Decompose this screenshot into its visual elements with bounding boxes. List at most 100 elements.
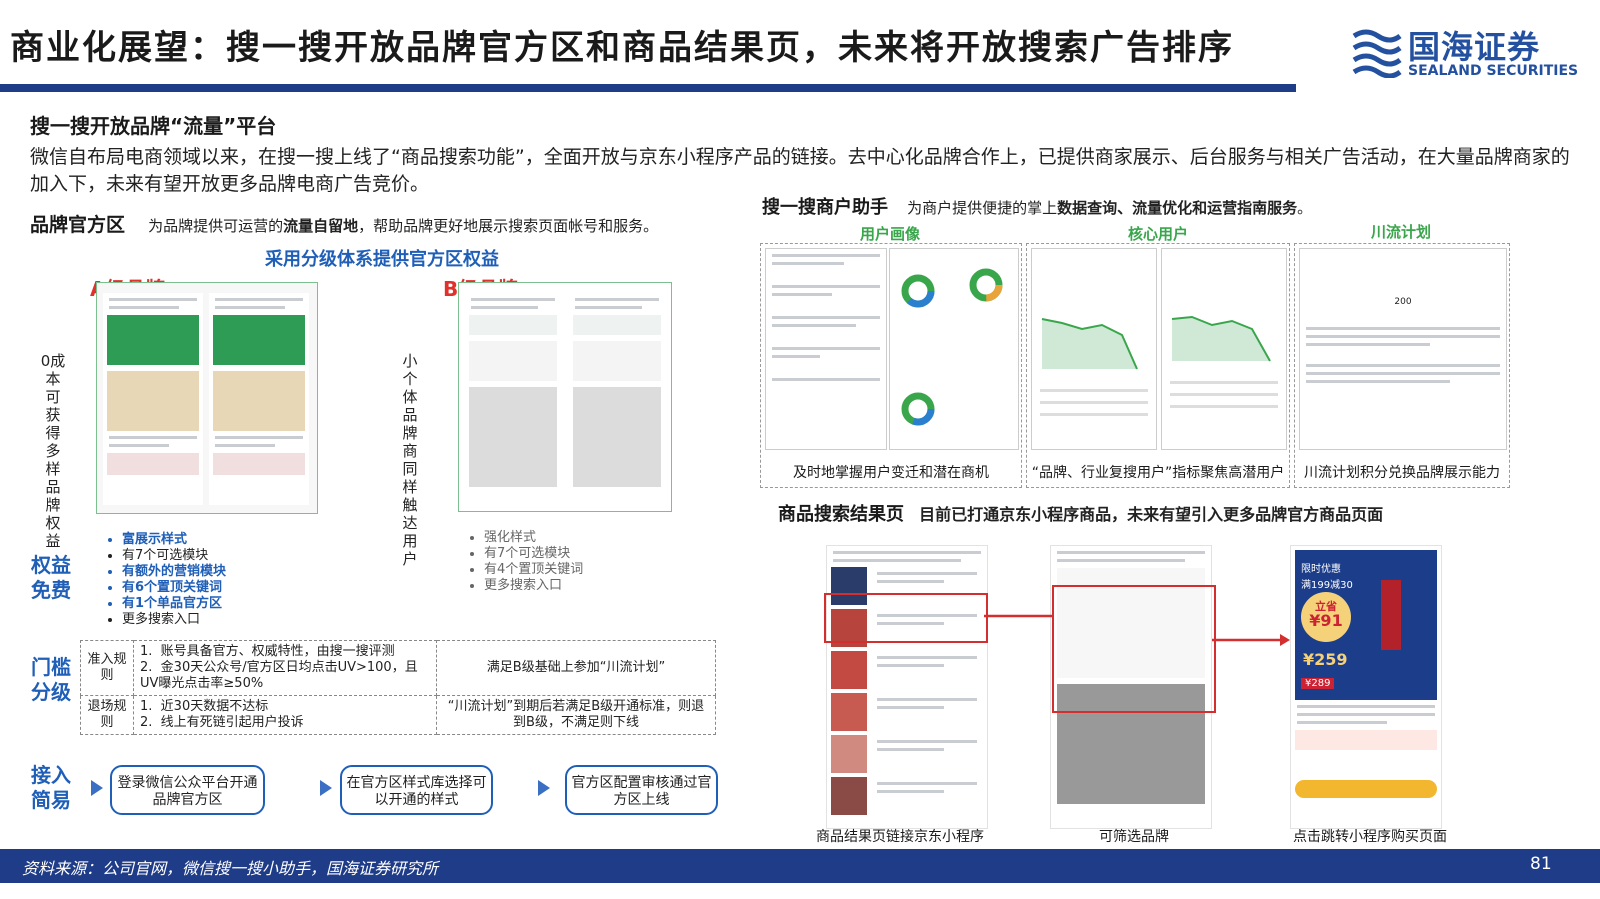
logo-en-text: SEALAND SECURITIES [1408, 63, 1579, 79]
exit-rule-a: 1. 近30天数据不达标 2. 线上有死链引起用户投诉 [133, 695, 437, 735]
entry-rule-a-2: 2. 金30天公众号/官方区日均点击UV>100，且UV曝光点击率≥50% [140, 660, 418, 691]
chuanliu-caption: 川流计划积分兑换品牌展示能力 [1304, 465, 1500, 481]
b-grade-benefits: 强化样式有7个可选模块有4个置顶关键词更多搜索入口 [462, 530, 583, 594]
threshold-label: 门槛分级 [31, 655, 71, 704]
merchant-title: 搜一搜商户助手 [762, 197, 888, 218]
entry-rule-row: 准入规则 1. 账号具备官方、权威特性，由搜一搜评测 2. 金30天公众号/官方… [80, 640, 716, 696]
page-title: 商业化展望：搜一搜开放品牌官方区和商品结果页，未来将开放搜索广告排序 [10, 28, 1234, 68]
core-users-phone-1 [1031, 248, 1157, 450]
promo-price-3: ¥289 [1301, 678, 1335, 689]
purchase-page-phone: 限时优惠 满199减30 立省 ¥91 ¥259 ¥289 [1290, 545, 1442, 829]
lipstick-image [1381, 580, 1401, 650]
results-title: 商品搜索结果页 [778, 504, 904, 525]
promo-banner: 限时优惠 满199减30 立省 ¥91 ¥259 ¥289 [1295, 550, 1437, 700]
core-users-panel: “品牌、行业复搜用户”指标聚焦高潜用户 [1026, 243, 1290, 488]
b-grade-phone-1 [465, 293, 561, 503]
exit-rule-a-1: 1. 近30天数据不达标 [140, 699, 269, 714]
result-item [831, 777, 983, 815]
rules-table: 准入规则 1. 账号具备官方、权威特性，由搜一搜评测 2. 金30天公众号/官方… [80, 640, 716, 735]
logo-cn-text: 国海证券 [1408, 28, 1541, 66]
panel-head-user-profile: 用户画像 [859, 225, 920, 243]
merchant-header: 搜一搜商户助手 为商户提供便捷的掌上数据查询、流量优化和运营指南服务。 [762, 193, 1312, 219]
merchant-desc-pre: 为商户提供便捷的掌上 [907, 199, 1058, 217]
entry-rule-b: 满足B级基础上参加“川流计划” [436, 640, 716, 696]
step-3-box: 官方区配置审核通过官方区上线 [565, 765, 718, 815]
benefit-item: 有7个可选模块 [484, 546, 583, 562]
benefit-item: 更多搜索入口 [122, 612, 226, 628]
tier-title: 采用分级体系提供官方区权益 [265, 249, 499, 270]
entry-rule-a-1: 1. 账号具备官方、权威特性，由搜一搜评测 [140, 644, 395, 659]
step-arrow-icon [320, 780, 332, 796]
line-chart-icon [1040, 318, 1148, 416]
step-2-box: 在官方区样式库选择可以开通的样式 [340, 765, 493, 815]
a-grade-screenshot [96, 282, 318, 514]
brand-zone-desc-pre: 为品牌提供可运营的 [148, 217, 284, 235]
page-number: 81 [1530, 854, 1552, 874]
results-header: 商品搜索结果页 目前已打通京东小程序商品，未来有望引入更多品牌官方商品页面 [778, 500, 1383, 526]
benefit-item: 有7个可选模块 [122, 548, 226, 564]
step-arrow-icon [91, 780, 103, 796]
footer-source: 资料来源：公司官网，微信搜一搜小助手，国海证券研究所 [22, 859, 439, 878]
panel-head-core-users: 核心用户 [1127, 225, 1188, 243]
a-grade-side-note: 0成本可获得多样品牌权益 [40, 352, 66, 550]
promo-price-2: ¥259 [1303, 650, 1348, 669]
line-chart-icon [1170, 315, 1278, 408]
sealand-logo-icon [1352, 28, 1402, 79]
highlighted-result-box [824, 593, 988, 643]
merchant-desc-highlight: 数据查询、流量优化和运营指南服务 [1057, 199, 1298, 217]
panel-head-chuanliu: 川流计划 [1370, 223, 1431, 241]
result-item [831, 693, 983, 731]
purchase-page-caption: 点击跳转小程序购买页面 [1293, 829, 1447, 845]
points-value: 200 [1394, 297, 1412, 307]
b-grade-phone-2 [569, 293, 665, 503]
user-profile-caption: 及时地掌握用户变迁和潜在商机 [793, 465, 989, 481]
benefit-item: 更多搜索入口 [484, 578, 583, 594]
a-grade-benefits: 富展示样式有7个可选模块有额外的营销模块有6个置顶关键词有1个单品官方区更多搜索… [100, 532, 226, 628]
exit-rule-label: 退场规则 [80, 695, 134, 735]
user-profile-panel: 及时地掌握用户变迁和潜在商机 [760, 243, 1022, 488]
donut-chart-icon [901, 268, 1003, 426]
a-grade-phone-1 [103, 293, 203, 505]
brand-zone-desc-post: ，帮助品牌更好地展示搜索页面帐号和服务。 [358, 217, 659, 235]
user-profile-phone-1 [765, 248, 887, 450]
brand-zone-header: 品牌官方区 为品牌提供可运营的流量自留地，帮助品牌更好地展示搜索页面帐号和服务。 [30, 210, 658, 237]
core-users-caption: “品牌、行业复搜用户”指标聚焦高潜用户 [1031, 465, 1285, 481]
chuanliu-phone: 200 [1299, 248, 1507, 450]
brand-filter-caption: 可筛选品牌 [1099, 829, 1169, 845]
exit-rule-row: 退场规则 1. 近30天数据不达标 2. 线上有死链引起用户投诉 “川流计划”到… [80, 695, 716, 735]
intro-paragraph: 微信自布局电商领域以来，在搜一搜上线了“商品搜索功能”，全面开放与京东小程序产品… [30, 146, 1570, 195]
results-list-phone [826, 545, 988, 829]
exit-rule-a-2: 2. 线上有死链引起用户投诉 [140, 715, 304, 730]
merchant-desc-post: 。 [1297, 199, 1313, 217]
access-label: 接入简易 [31, 763, 71, 812]
result-item [831, 651, 983, 689]
core-users-phone-2 [1161, 248, 1287, 450]
results-list-caption: 商品结果页链接京东小程序 [816, 829, 984, 845]
b-grade-side-note: 小个体品牌商同样触达用户 [402, 352, 418, 568]
step-1-box: 登录微信公众平台开通品牌官方区 [110, 765, 265, 815]
benefit-item: 有额外的营销模块 [122, 564, 226, 580]
connector-arrows [984, 614, 1290, 646]
benefit-item: 强化样式 [484, 530, 583, 546]
section-title: 搜一搜开放品牌“流量”平台 [30, 114, 277, 138]
benefit-item: 有4个置顶关键词 [484, 562, 583, 578]
results-desc: 目前已打通京东小程序商品，未来有望引入更多品牌官方商品页面 [919, 505, 1384, 524]
step-arrow-icon [538, 780, 550, 796]
brand-zone-desc-highlight: 流量自留地 [283, 217, 359, 235]
entry-rule-label: 准入规则 [80, 640, 134, 696]
user-profile-phone-2 [889, 248, 1019, 450]
exit-rule-b: “川流计划”到期后若满足B级开通标准，则退到B级，不满足则下线 [436, 695, 716, 735]
company-logo: 国海证券 SEALAND SECURITIES [1348, 22, 1588, 82]
promo-line-1: 限时优惠 [1301, 564, 1341, 575]
brand-zone-title: 品牌官方区 [30, 214, 126, 236]
promo-line-2: 满199减30 [1301, 580, 1353, 591]
a-grade-phone-2 [209, 293, 309, 505]
entry-rule-a: 1. 账号具备官方、权威特性，由搜一搜评测 2. 金30天公众号/官方区日均点击… [133, 640, 437, 696]
result-item [831, 735, 983, 773]
benefit-label: 权益免费 [31, 553, 71, 602]
title-underline [0, 84, 1296, 92]
benefit-item: 有6个置顶关键词 [122, 580, 226, 596]
chuanliu-panel: 200 川流计划积分兑换品牌展示能力 [1294, 243, 1510, 488]
benefit-item: 富展示样式 [122, 532, 226, 548]
promo-badge: 立省 ¥91 [1301, 592, 1351, 642]
